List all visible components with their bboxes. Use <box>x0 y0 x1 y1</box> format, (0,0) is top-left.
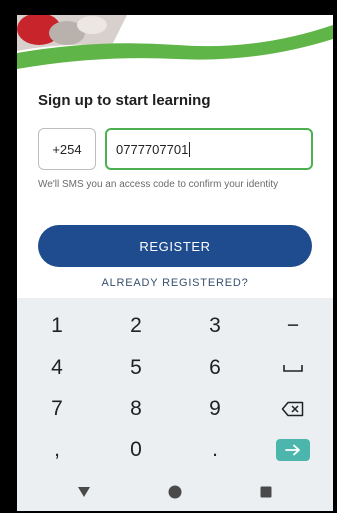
key-4[interactable]: 4 <box>22 348 92 388</box>
key-space[interactable] <box>258 348 328 388</box>
home-circle-icon <box>168 485 182 499</box>
key-6[interactable]: 6 <box>180 348 250 388</box>
key-7[interactable]: 7 <box>22 389 92 429</box>
page-title: Sign up to start learning <box>38 92 211 109</box>
backspace-icon <box>281 401 304 417</box>
key-enter[interactable] <box>258 430 328 470</box>
nav-home-button[interactable] <box>160 484 190 500</box>
key-backspace[interactable] <box>258 389 328 429</box>
enter-arrow-icon <box>285 444 300 456</box>
helper-text: We'll SMS you an access code to confirm … <box>38 179 279 190</box>
app-screen: Sign up to start learning +254 077770770… <box>17 15 333 511</box>
system-nav-bar <box>17 473 333 511</box>
key-comma[interactable]: , <box>22 430 92 470</box>
register-button-label: REGISTER <box>139 238 211 254</box>
key-3[interactable]: 3 <box>180 306 250 346</box>
hero-banner <box>17 15 333 69</box>
back-triangle-icon <box>78 487 90 497</box>
already-registered-link[interactable]: ALREADY REGISTERED? <box>17 277 333 289</box>
numeric-keyboard: 1 2 3 − 4 5 6 7 8 9 , 0 . <box>17 298 333 511</box>
phone-number-value: 0777707701 <box>116 141 189 157</box>
recents-square-icon <box>260 486 272 498</box>
enter-key-background <box>276 439 310 461</box>
key-8[interactable]: 8 <box>101 389 171 429</box>
phone-number-input[interactable]: 0777707701 <box>105 128 313 170</box>
register-button[interactable]: REGISTER <box>38 225 312 267</box>
key-period[interactable]: . <box>180 430 250 470</box>
key-2[interactable]: 2 <box>101 306 171 346</box>
key-1[interactable]: 1 <box>22 306 92 346</box>
key-9[interactable]: 9 <box>180 389 250 429</box>
country-code-field[interactable]: +254 <box>38 128 96 170</box>
key-minus[interactable]: − <box>258 306 328 346</box>
text-caret <box>189 141 191 157</box>
country-code-value: +254 <box>52 141 82 157</box>
nav-back-button[interactable] <box>69 484 99 500</box>
nav-recents-button[interactable] <box>251 484 281 500</box>
space-icon <box>283 365 303 372</box>
key-5[interactable]: 5 <box>101 348 171 388</box>
key-0[interactable]: 0 <box>101 430 171 470</box>
